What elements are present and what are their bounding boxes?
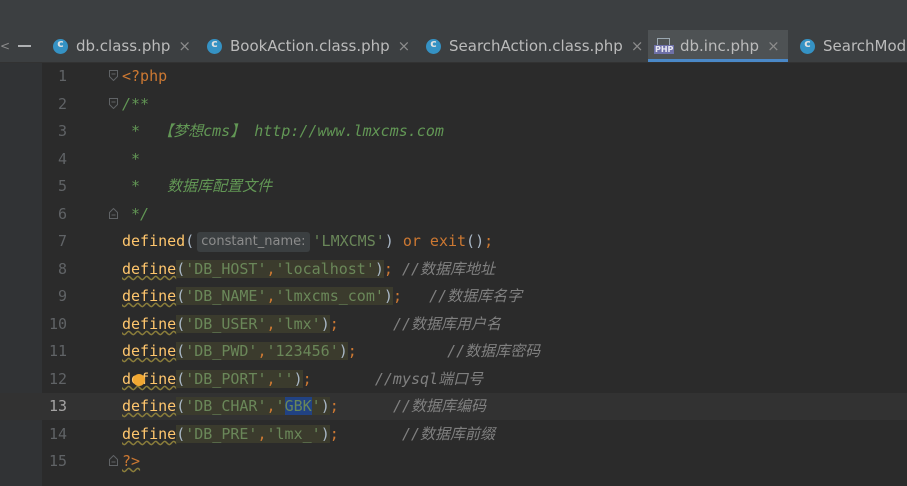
- line-number: 9: [57, 287, 67, 305]
- code-text: define('DB_USER','lmx'); //数据库用户名: [122, 315, 501, 333]
- code-text: <?php: [122, 67, 168, 85]
- line-number: 11: [48, 342, 67, 360]
- php-class-icon: [426, 37, 441, 54]
- tab-search-mod[interactable]: SearchMod: [800, 30, 906, 62]
- code-text: * 【梦想cms】 http://www.lmxcms.com: [122, 122, 444, 140]
- line-number: 8: [57, 260, 67, 278]
- line-number: 3: [57, 122, 67, 140]
- code-line: 6 */: [0, 201, 907, 228]
- php-class-icon: [53, 37, 68, 54]
- tab-book-action[interactable]: BookAction.class.php ×: [207, 30, 410, 62]
- code-line: 2 /**: [0, 91, 907, 118]
- tab-label: db.inc.php: [680, 37, 760, 55]
- code-text: define('DB_PORT',''); //mysql端口号: [122, 370, 484, 388]
- tab-search-action[interactable]: SearchAction.class.php ×: [426, 30, 643, 62]
- tab-bar-controls: <: [0, 30, 42, 62]
- line-number: 6: [57, 205, 67, 223]
- window-top-strip: [0, 0, 907, 31]
- line-number: 15: [48, 452, 67, 470]
- tab-label: db.class.php: [76, 37, 171, 55]
- line-number: 10: [48, 315, 67, 333]
- code-text: define('DB_CHAR','GBK'); //数据库编码: [122, 397, 486, 415]
- tab-label: SearchAction.class.php: [449, 37, 623, 55]
- close-icon[interactable]: ×: [767, 37, 780, 55]
- code-line: 9 define('DB_NAME','lmxcms_com'); //数据库名…: [0, 283, 907, 310]
- tab-label: BookAction.class.php: [230, 37, 390, 55]
- parameter-hint: constant_name:: [197, 232, 310, 252]
- selected-text[interactable]: GBK: [284, 397, 312, 415]
- php-class-icon: [800, 37, 815, 54]
- code-text: define('DB_HOST','localhost'); //数据库地址: [122, 260, 496, 278]
- line-number: 2: [57, 95, 67, 113]
- code-line: 1 <?php: [0, 63, 907, 90]
- fold-open-icon[interactable]: [109, 98, 118, 109]
- code-text: * 数据库配置文件: [122, 177, 273, 195]
- code-line-current: 13 define('DB_CHAR','GBK'); //数据库编码: [0, 393, 907, 420]
- code-text: *: [122, 150, 141, 168]
- code-text: /**: [122, 95, 150, 113]
- code-text: */: [122, 205, 150, 223]
- code-line: 10 define('DB_USER','lmx'); //数据库用户名: [0, 311, 907, 338]
- line-number: 4: [57, 150, 67, 168]
- line-number: 13: [48, 397, 67, 415]
- lightbulb-icon[interactable]: [133, 374, 145, 386]
- editor-tab-bar: < db.class.php × BookAction.class.php × …: [0, 30, 907, 63]
- code-text: ?>: [122, 452, 141, 470]
- php-class-icon: [207, 37, 222, 54]
- code-line: 8 define('DB_HOST','localhost'); //数据库地址: [0, 256, 907, 283]
- close-icon[interactable]: ×: [178, 37, 191, 55]
- tab-db-inc[interactable]: PHP db.inc.php ×: [648, 30, 788, 62]
- code-text: define('DB_PRE','lmx_'); //数据库前缀: [122, 425, 496, 443]
- code-line: 12 define('DB_PORT',''); //mysql端口号: [0, 366, 907, 393]
- close-icon[interactable]: ×: [631, 37, 644, 55]
- line-number: 1: [57, 67, 67, 85]
- code-line: 11 define('DB_PWD','123456'); //数据库密码: [0, 338, 907, 365]
- line-number: 5: [57, 177, 67, 195]
- tab-label: SearchMod: [823, 37, 907, 55]
- collapse-icon[interactable]: [18, 45, 31, 47]
- fold-close-icon[interactable]: [109, 455, 118, 466]
- code-line: 7 defined(constant_name: 'LMXCMS') or exi…: [0, 228, 907, 255]
- fold-open-icon[interactable]: [109, 70, 118, 81]
- close-icon[interactable]: ×: [398, 37, 411, 55]
- php-file-icon: PHP: [654, 38, 675, 54]
- line-number: 14: [48, 425, 67, 443]
- code-line: 14 define('DB_PRE','lmx_'); //数据库前缀: [0, 421, 907, 448]
- code-text: defined(constant_name: 'LMXCMS') or exit(…: [122, 232, 494, 252]
- fold-close-icon[interactable]: [109, 208, 118, 219]
- line-number: 7: [57, 232, 67, 250]
- code-line: 5 * 数据库配置文件: [0, 173, 907, 200]
- scroll-tabs-left-icon[interactable]: <: [0, 39, 10, 53]
- code-text: define('DB_NAME','lmxcms_com'); //数据库名字: [122, 287, 523, 305]
- code-text: define('DB_PWD','123456'); //数据库密码: [122, 342, 541, 360]
- code-line: 3 * 【梦想cms】 http://www.lmxcms.com: [0, 118, 907, 145]
- line-number: 12: [48, 370, 67, 388]
- code-line: 4 *: [0, 146, 907, 173]
- code-line: 15 ?>: [0, 448, 907, 475]
- tab-db-class[interactable]: db.class.php ×: [53, 30, 191, 62]
